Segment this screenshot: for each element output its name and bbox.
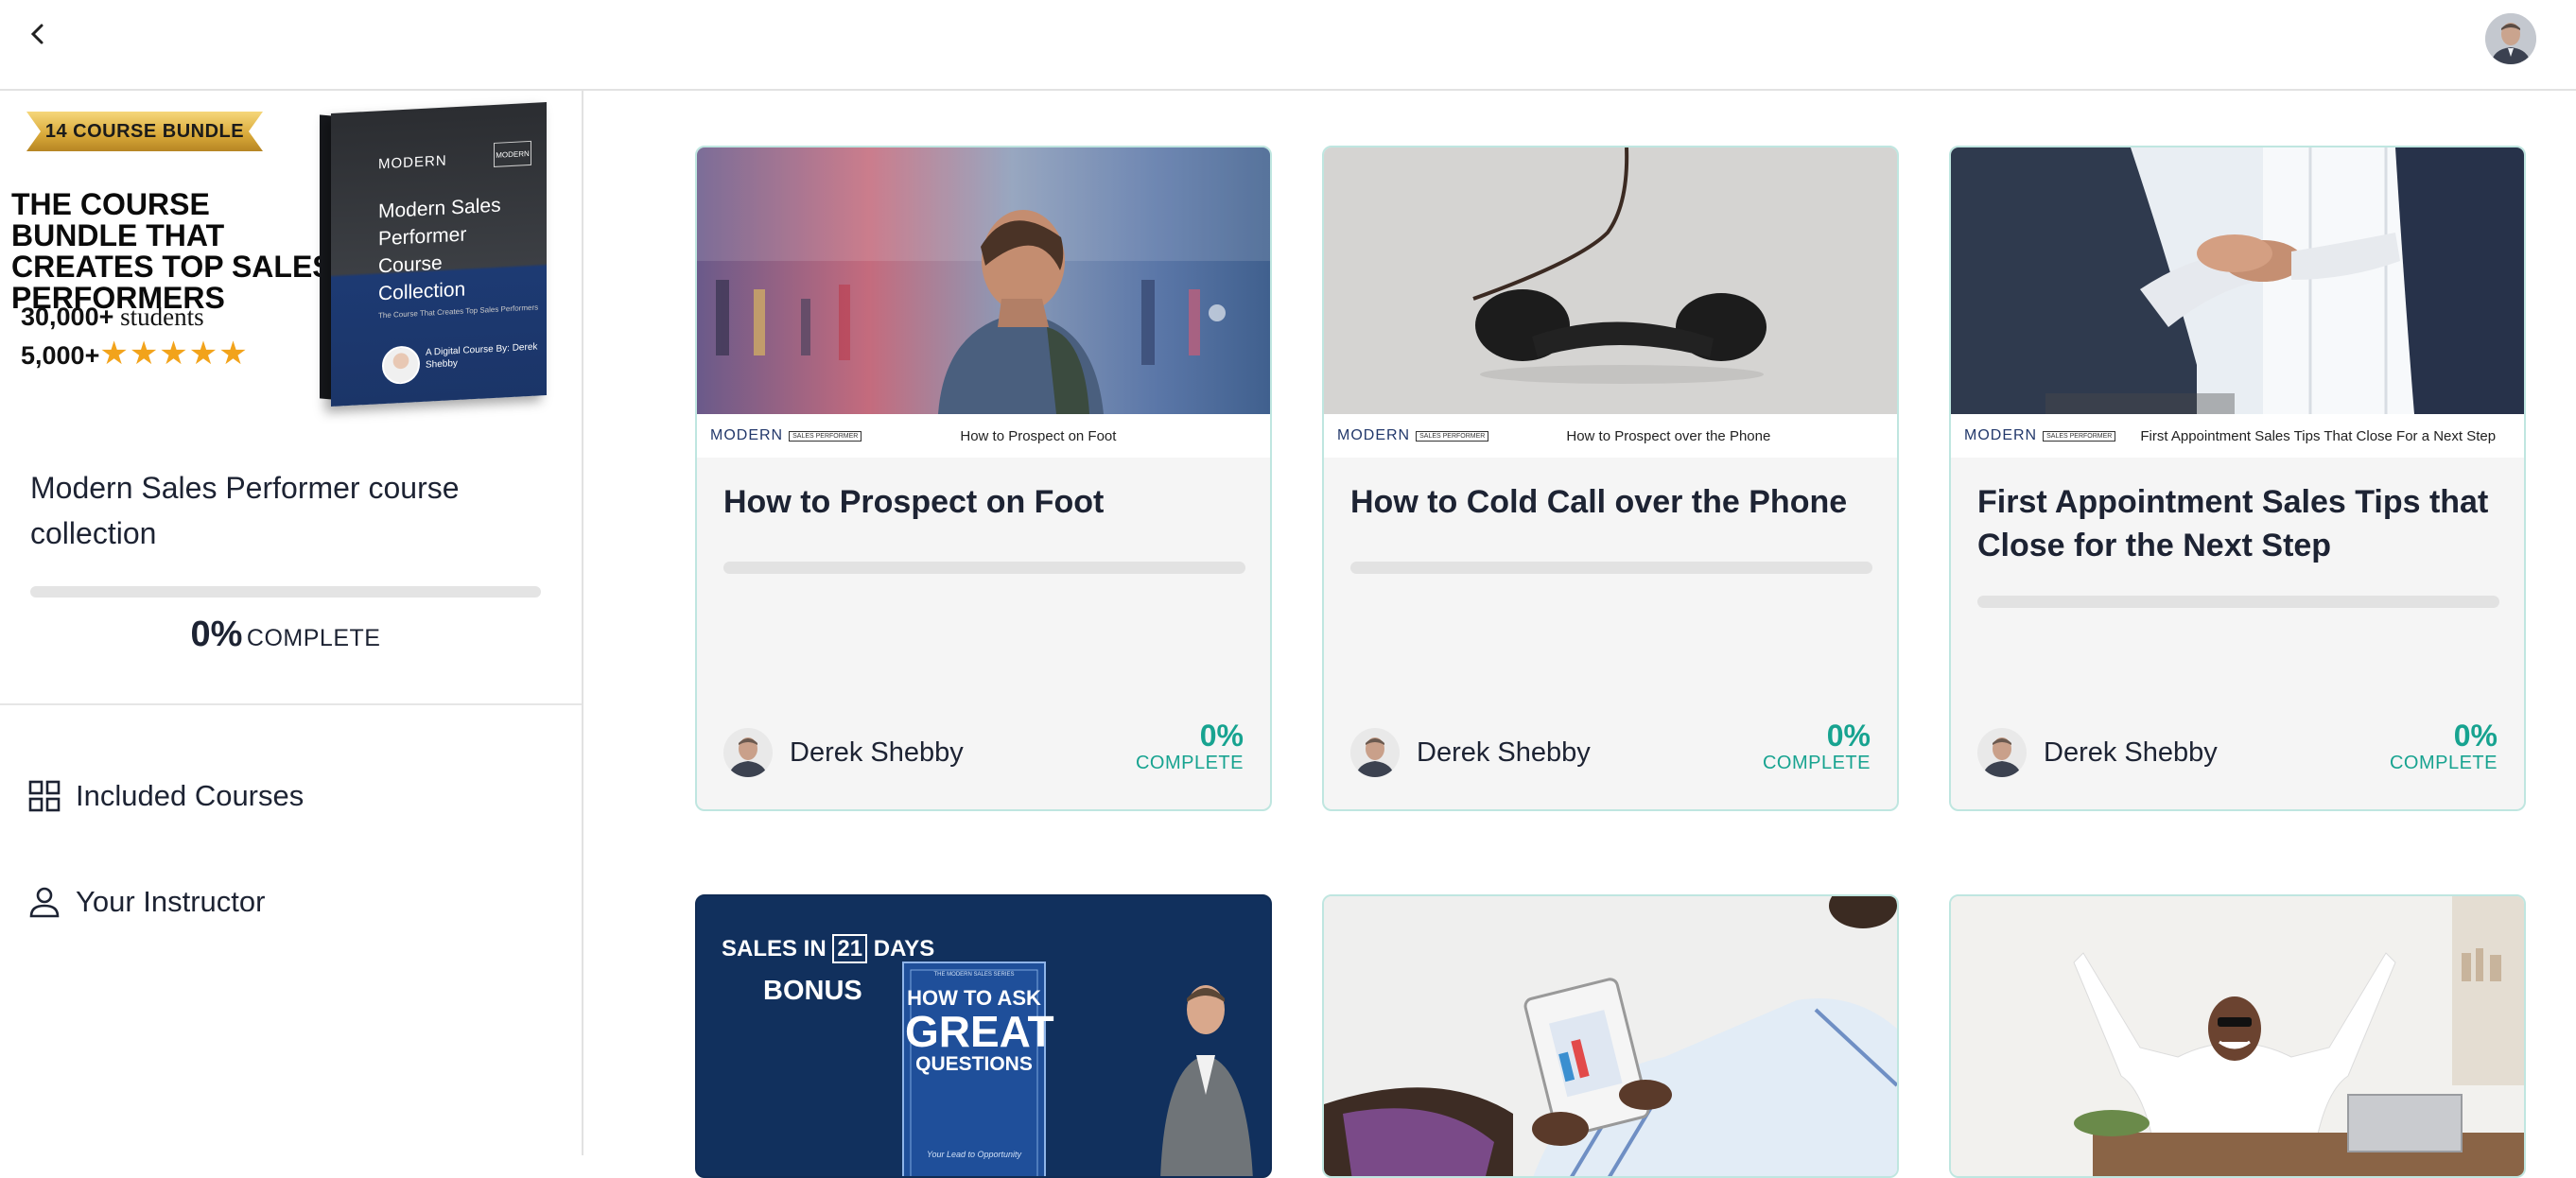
sidebar: 14 COURSE BUNDLE THE COURSE BUNDLE THAT …: [0, 91, 583, 1155]
course-card[interactable]: MODERN SALES PERFORMER How to Prospect o…: [695, 146, 1272, 811]
course-title: How to Cold Call over the Phone: [1350, 484, 1848, 520]
nav-included-courses[interactable]: Included Courses: [28, 779, 304, 813]
promo-headline: THE COURSE BUNDLE THAT CREATES TOP SALES…: [11, 187, 333, 315]
course-banner: MODERN SALES PERFORMER First Appointment…: [1951, 414, 2524, 458]
course-percent-complete: 0% COMPLETE: [1135, 719, 1244, 773]
course-author: Derek Shebby: [1350, 728, 1591, 777]
course-box-image: MODERN MODERN Modern Sales Performer Cou…: [320, 102, 547, 407]
collection-percent-complete: 0% COMPLETE: [190, 615, 381, 654]
course-banner: MODERN SALES PERFORMER How to Prospect o…: [1324, 414, 1897, 458]
course-banner: MODERN SALES PERFORMER How to Prospect o…: [697, 414, 1270, 458]
course-grid: MODERN SALES PERFORMER How to Prospect o…: [585, 91, 2576, 1178]
grid-icon: [28, 780, 61, 812]
course-thumbnail: [1324, 896, 1897, 1176]
course-title: How to Prospect on Foot: [723, 484, 1105, 520]
course-thumbnail: [1951, 147, 2524, 414]
sidebar-divider: [0, 703, 582, 705]
course-percent-complete: 0% COMPLETE: [1762, 719, 1871, 773]
bonus-header: SALES IN 21 DAYS: [722, 934, 935, 963]
course-thumbnail: [697, 147, 1270, 414]
course-title: First Appointment Sales Tips that Close …: [1977, 484, 2489, 563]
nav-your-instructor[interactable]: Your Instructor: [28, 885, 265, 919]
course-author: Derek Shebby: [723, 728, 964, 777]
course-card[interactable]: SALES IN 21 DAYS BONUS THE MODERN SALES …: [695, 894, 1272, 1178]
top-bar: [0, 0, 2576, 91]
course-card[interactable]: MODERN SALES PERFORMER First Appointment…: [1949, 146, 2526, 811]
author-avatar: [1350, 728, 1400, 777]
back-button[interactable]: [21, 17, 55, 51]
course-progress-bar: [723, 562, 1245, 574]
course-thumbnail: [1324, 147, 1897, 414]
author-avatar: [723, 728, 773, 777]
bundle-promo-image: 14 COURSE BUNDLE THE COURSE BUNDLE THAT …: [0, 91, 582, 407]
collection-progress-bar: [30, 586, 541, 598]
user-avatar[interactable]: [2485, 13, 2536, 64]
bonus-label: BONUS: [763, 976, 862, 1006]
students-stat: 30,000+ students: [21, 303, 204, 331]
rating-stars-icon: ★★★★★: [99, 337, 249, 372]
course-card[interactable]: [1949, 894, 2526, 1178]
course-author: Derek Shebby: [1977, 728, 2218, 777]
person-icon: [29, 887, 60, 918]
book-title: HOW TO ASK GREAT QUESTIONS: [905, 986, 1054, 1076]
chevron-left-icon: [30, 24, 44, 44]
bundle-ribbon: 14 COURSE BUNDLE: [26, 112, 263, 151]
course-card[interactable]: MODERN SALES PERFORMER How to Prospect o…: [1322, 146, 1899, 811]
course-thumbnail: [1951, 896, 2524, 1176]
course-card[interactable]: [1322, 894, 1899, 1178]
collection-title: Modern Sales Performer course collection: [30, 471, 460, 550]
author-avatar: [1977, 728, 2027, 777]
course-percent-complete: 0% COMPLETE: [2389, 719, 2498, 773]
reviews-stat: 5,000+★★★★★: [21, 337, 249, 372]
course-progress-bar: [1977, 596, 2499, 608]
course-progress-bar: [1350, 562, 1872, 574]
